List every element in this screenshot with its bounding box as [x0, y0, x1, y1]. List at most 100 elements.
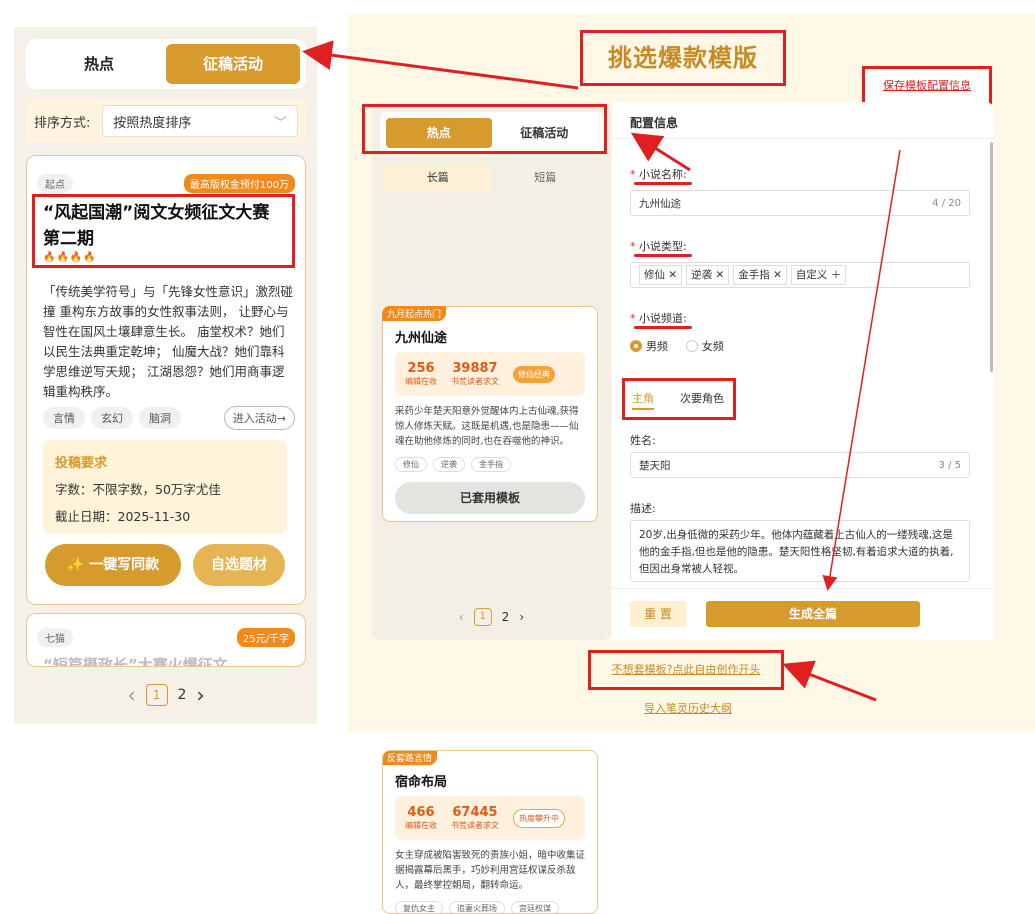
tag-chip: 玄幻 — [91, 407, 133, 429]
tab-secondary[interactable]: 次要角色 — [680, 390, 724, 406]
card-description: 「传统美学符号」与「先锋女性意识」激烈碰撞 重构东方故事的女性叙事法则， 让野心… — [43, 284, 294, 399]
applied-template-button[interactable]: 已套用模板 — [395, 482, 585, 514]
underline — [634, 326, 692, 329]
surname-count: 3 / 5 — [938, 459, 961, 471]
tag-chip: 追妻火葬场 — [449, 901, 505, 913]
stat-editors: 256 — [407, 361, 435, 376]
stat-readers-label: 书荒读者求文 — [451, 821, 499, 830]
tab-short[interactable]: 短篇 — [492, 165, 600, 191]
page-title: 挑选爆款模版 — [580, 30, 786, 86]
requirements-deadline: 截止日期：2025-11-30 — [55, 509, 191, 524]
tag-chip: 复仇女主 — [395, 901, 443, 913]
underline — [634, 182, 692, 185]
fire-icon: 🔥🔥🔥🔥 — [43, 252, 97, 263]
next-page-icon[interactable]: › — [519, 610, 524, 624]
contest-card-2[interactable]: 七猫 25元/千字 “短篇摄政长”大赛火爆征文 — [26, 613, 306, 667]
desc-label: 描述: — [630, 502, 656, 515]
source-tag: 起点 — [37, 174, 73, 193]
tag-chip: 逆袭 — [433, 457, 465, 472]
tab-protagonist[interactable]: 主角 — [632, 390, 654, 406]
tab-contest[interactable]: 征稿活动 — [166, 44, 300, 84]
prev-page-icon[interactable]: ‹ — [128, 683, 136, 707]
sort-row: 排序方式: 按照热度排序 ﹀ — [26, 99, 306, 143]
tag-chip: 言情 — [43, 407, 85, 429]
hot-label: 反套路言情 — [383, 751, 438, 765]
radio-checked-icon — [630, 340, 642, 352]
channel-label: * 小说频道: — [630, 312, 687, 325]
next-page-icon[interactable]: › — [196, 683, 204, 707]
template-tags: 复仇女主 追妻火葬场 宫廷权谋 — [395, 901, 585, 913]
import-outline-link[interactable]: 导入笔灵历史大纲 — [600, 700, 776, 716]
page-1[interactable]: 1 — [145, 684, 168, 706]
tab-underline — [632, 408, 654, 410]
choose-topic-button[interactable]: 自选题材 — [193, 544, 285, 586]
sort-select[interactable]: 按照热度排序 ﹀ — [102, 105, 298, 137]
requirements-box: 投稿要求 字数：不限字数，50万字尤佳 截止日期：2025-11-30 — [43, 440, 287, 534]
tab-long[interactable]: 长篇 — [384, 165, 492, 191]
enter-contest-button[interactable]: 进入活动→ — [223, 406, 295, 430]
reset-button[interactable]: 重 置 — [630, 601, 686, 627]
sort-label: 排序方式: — [34, 115, 91, 131]
stat-readers: 67445 — [452, 805, 498, 820]
scrollbar[interactable] — [990, 142, 993, 372]
save-template-link[interactable]: 保存模板配置信息 — [862, 66, 992, 106]
pagination: ‹ 1 2 › — [372, 608, 611, 626]
stat-readers: 39887 — [452, 361, 498, 376]
prev-page-icon[interactable]: ‹ — [459, 610, 464, 624]
surname-value: 楚天阳 — [639, 459, 671, 472]
template-stats: 256 编辑在收 39887 书荒读者求文 修仙经典 — [395, 352, 585, 396]
status-badge: 25元/千字 — [236, 628, 295, 647]
female-radio[interactable]: 女频 — [685, 338, 724, 354]
highlight-box: “风起国潮”阅文女频征文大赛第二期 🔥🔥🔥🔥 — [32, 194, 295, 268]
template-description: 女主穿成被陷害致死的贵族小姐，暗中收集证据揭露幕后黑手，巧妙利用宫廷权谋反杀敌人… — [395, 850, 586, 891]
form-header: 配置信息 — [630, 116, 679, 130]
stat-editors-label: 编辑在收 — [405, 377, 437, 386]
type-tag[interactable]: 逆袭 ✕ — [686, 265, 730, 285]
underline — [634, 254, 692, 257]
type-tag[interactable]: 金手指 ✕ — [733, 265, 787, 285]
contest-card[interactable]: 起点 最高版权金预付100万 “风起国潮”阅文女频征文大赛第二期 🔥🔥🔥🔥 「传… — [26, 155, 306, 605]
stat-readers-label: 书荒读者求文 — [451, 377, 499, 386]
surname-label: 姓名: — [630, 434, 656, 447]
status-badge: 最高版权金预付100万 — [183, 174, 295, 193]
template-tags: 修仙 逆袭 金手指 — [395, 457, 585, 472]
source-tag: 七猫 — [37, 628, 73, 647]
tag-chip: 修仙 — [395, 457, 427, 472]
page-2[interactable]: 2 — [178, 687, 187, 703]
male-radio[interactable]: 男频 — [630, 338, 668, 354]
free-create-link[interactable]: 不想套模板?点此自由创作开头 — [588, 650, 784, 690]
card-title: “短篇摄政长”大赛火爆征文 — [43, 656, 228, 667]
name-label: * 小说名称: — [630, 168, 687, 181]
hot-label: 九月起点热门 — [382, 306, 447, 321]
write-same-button[interactable]: ✨ 一键写同款 — [45, 544, 181, 586]
divider — [612, 138, 994, 139]
character-name-input[interactable]: 楚天阳 3 / 5 — [630, 452, 970, 478]
template-list: 热点 征稿活动 长篇 短篇 九月起点热门 九州仙途 256 编辑在收 39887 书… — [372, 102, 611, 914]
template-card[interactable]: 反套路言情 宿命布局 466 编辑在收 67445 书荒读者求文 热度攀升中 女主穿… — [382, 750, 598, 914]
page-2[interactable]: 2 — [502, 610, 510, 624]
sort-value: 按照热度排序 — [113, 115, 192, 131]
tab-highlight-box — [362, 104, 607, 154]
genre-badge: 修仙经典 — [513, 365, 555, 383]
page-1[interactable]: 1 — [473, 608, 492, 626]
type-tag[interactable]: 修仙 ✕ — [639, 265, 683, 285]
character-description-textarea[interactable]: 20岁,出身低微的采药少年。他体内蕴藏着上古仙人的一缕残魂,这是他的金手指,但也… — [630, 520, 970, 582]
tag-chip: 宫廷权谋 — [511, 901, 559, 913]
novel-name-input[interactable]: 九州仙途 4 / 20 — [630, 190, 970, 216]
generate-button[interactable]: 生成全篇 — [706, 601, 920, 627]
template-card[interactable]: 九月起点热门 九州仙途 256 编辑在收 39887 书荒读者求文 修仙经典 采药少… — [382, 306, 598, 522]
length-tabs: 长篇 短篇 — [384, 164, 599, 192]
config-form: 配置信息 * 小说名称: 九州仙途 4 / 20 * 小说类型: 修仙 ✕ 逆袭 … — [612, 102, 994, 640]
novel-type-input[interactable]: 修仙 ✕ 逆袭 ✕ 金手指 ✕ 自定义 ＋ — [630, 262, 970, 288]
tag-chip: 脑洞 — [139, 407, 181, 429]
name-value: 九州仙途 — [639, 197, 681, 210]
type-label: * 小说类型: — [630, 240, 687, 253]
left-tab-bar: 热点 征稿活动 — [26, 39, 306, 89]
genre-badge: 热度攀升中 — [513, 808, 565, 828]
add-custom-type-button[interactable]: 自定义 ＋ — [790, 265, 847, 285]
tab-hot[interactable]: 热点 — [32, 44, 166, 84]
stat-editors-label: 编辑在收 — [405, 821, 437, 830]
stat-editors: 466 — [407, 805, 435, 820]
name-count: 4 / 20 — [932, 197, 961, 209]
card-title: “风起国潮”阅文女频征文大赛第二期 — [43, 203, 270, 249]
